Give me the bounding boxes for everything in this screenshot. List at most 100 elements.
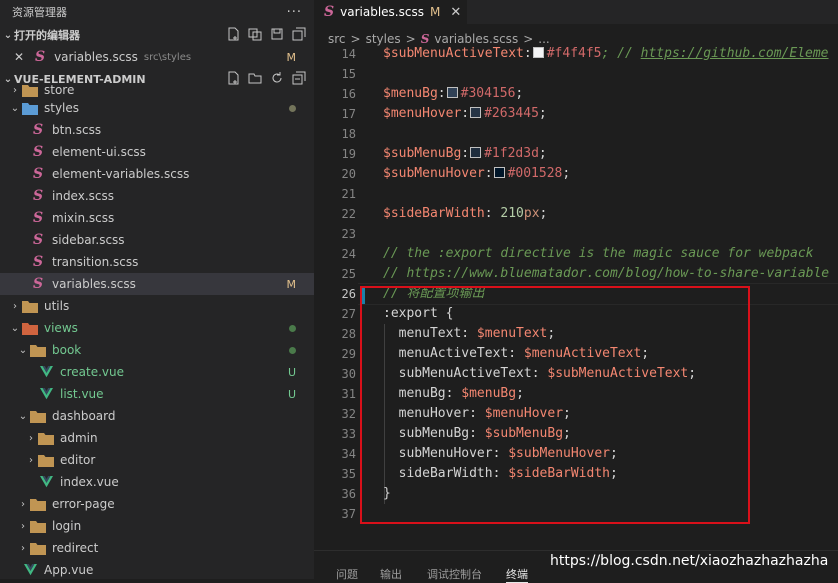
tree-item-views[interactable]: ⌄ views [0, 317, 314, 339]
tree-item-styles[interactable]: ⌄ styles [0, 97, 314, 119]
tree-item-create-vue[interactable]: create.vue U [0, 361, 314, 383]
sass-icon: S [32, 166, 44, 182]
line-number: 21 [341, 187, 356, 201]
tree-item-label: element-variables.scss [52, 167, 190, 181]
tree-item-app-vue[interactable]: App.vue [0, 559, 314, 579]
code-editor[interactable]: 14 15 16 17 18 19 20 21 22 23 24 25 26 27 28 29 30 31 32 33… [314, 44, 838, 550]
line-number: 24 [341, 247, 356, 261]
tree-item-label: editor [60, 453, 96, 467]
tree-item-list-vue[interactable]: list.vue U [0, 383, 314, 405]
close-icon[interactable]: ✕ [450, 5, 461, 20]
save-all-icon[interactable] [270, 27, 284, 41]
explorer-title: 资源管理器 [12, 6, 67, 19]
sass-icon: S [32, 276, 44, 292]
git-changes-dot [289, 346, 296, 354]
color-swatch[interactable] [470, 147, 482, 158]
variable-name: $menuHover [383, 106, 462, 121]
tab-problems[interactable]: 问题 [336, 566, 358, 582]
tree-item-utils[interactable]: › utils [0, 295, 314, 317]
tree-item-element-variables-scss[interactable]: Selement-variables.scss [0, 163, 314, 185]
chevron-right-icon: › [29, 454, 33, 466]
number-value: 210 [500, 206, 524, 221]
tree-item-label: book [52, 343, 82, 357]
comment-link[interactable]: https://github.com/Eleme [641, 46, 829, 61]
tree-item-label: mixin.scss [52, 211, 115, 225]
sass-icon: S [324, 4, 335, 20]
tree-item-variables-scss[interactable]: Svariables.scss M [0, 273, 314, 295]
tree-item-element-ui-scss[interactable]: Selement-ui.scss [0, 141, 314, 163]
git-status-badge: U [287, 365, 296, 379]
tree-item-store[interactable]: › store [0, 83, 314, 97]
tree-item-label: create.vue [60, 365, 124, 379]
folder-icon [30, 342, 46, 358]
code-line-17: $menuHover: #263445; [383, 106, 547, 121]
line-number: 35 [341, 467, 356, 481]
chevron-right-icon: › [29, 432, 33, 444]
tree-item-mixin-scss[interactable]: Smixin.scss [0, 207, 314, 229]
line-number: 36 [341, 487, 356, 501]
color-swatch[interactable] [470, 107, 482, 118]
line-number: 30 [341, 367, 356, 381]
line-number: 16 [341, 87, 356, 101]
tree-item-redirect[interactable]: › redirect [0, 537, 314, 559]
open-editors-label: 打开的编辑器 [14, 29, 80, 42]
chevron-right-icon: › [21, 498, 25, 510]
sass-icon: S [32, 210, 44, 226]
tree-item-transition-scss[interactable]: Stransition.scss [0, 251, 314, 273]
vue-icon [38, 364, 54, 380]
line-number: 33 [341, 427, 356, 441]
code-line-14: $subMenuActiveText: #f4f4f5; // https://g… [383, 46, 829, 61]
variable-name: $subMenuHover [383, 166, 485, 181]
tree-item-label: sidebar.scss [52, 233, 125, 247]
tree-item-dashboard[interactable]: ⌄ dashboard [0, 405, 314, 427]
line-number: 19 [341, 147, 356, 161]
sass-icon: S [32, 254, 44, 270]
new-untitled-file-icon[interactable] [226, 27, 240, 41]
line-number: 25 [341, 267, 356, 281]
line-number: 31 [341, 387, 356, 401]
sass-icon: S [32, 232, 44, 248]
chevron-right-icon: › [13, 84, 17, 96]
toggle-vertical-icon[interactable] [248, 27, 262, 41]
modified-badge: M [429, 5, 441, 19]
chevron-right-icon: › [21, 520, 25, 532]
code-line-24: // the :export directive is the magic sa… [383, 246, 814, 261]
tree-item-admin[interactable]: › admin [0, 427, 314, 449]
line-number: 14 [341, 47, 356, 61]
color-value: #304156 [460, 86, 516, 101]
tab-output[interactable]: 输出 [380, 566, 402, 582]
highlight-annotation-box [360, 286, 750, 524]
line-number: 34 [341, 447, 356, 461]
tree-item-book[interactable]: ⌄ book [0, 339, 314, 361]
folder-icon [38, 452, 54, 468]
tree-item-login[interactable]: › login [0, 515, 314, 537]
tab-terminal[interactable]: 终端 [506, 566, 528, 583]
more-actions-icon[interactable]: ··· [287, 5, 302, 20]
tree-item-sidebar-scss[interactable]: Ssidebar.scss [0, 229, 314, 251]
line-number: 23 [341, 227, 356, 241]
tree-item-index-scss[interactable]: Sindex.scss [0, 185, 314, 207]
tab-variables-scss[interactable]: S variables.scss M ✕ [314, 0, 467, 24]
color-swatch[interactable] [532, 47, 544, 58]
close-icon[interactable]: ✕ [14, 50, 24, 64]
close-all-icon[interactable] [292, 27, 306, 41]
open-editor-item[interactable]: ✕ S variables.scss src\styles M [0, 46, 314, 68]
color-swatch[interactable] [446, 87, 458, 98]
color-swatch[interactable] [493, 167, 505, 178]
tree-item-label: store [44, 83, 75, 97]
chevron-right-icon: › [13, 300, 17, 312]
code-line-22: $sideBarWidth: 210px; [383, 206, 548, 221]
tree-item-index-vue[interactable]: index.vue [0, 471, 314, 493]
tree-item-label: login [52, 519, 82, 533]
open-editors-section[interactable]: ⌄ 打开的编辑器 [0, 24, 314, 46]
folder-icon [30, 540, 46, 556]
tree-item-label: transition.scss [52, 255, 139, 269]
line-number: 28 [341, 327, 356, 341]
unit: px [523, 206, 540, 221]
tab-debug-console[interactable]: 调试控制台 [427, 566, 482, 582]
file-tree: › store ⌄ styles Sbtn.scss Selement-ui.scss Se… [0, 83, 314, 579]
tree-item-btn-scss[interactable]: Sbtn.scss [0, 119, 314, 141]
line-number: 29 [341, 347, 356, 361]
tree-item-error-page[interactable]: › error-page [0, 493, 314, 515]
tree-item-editor[interactable]: › editor [0, 449, 314, 471]
